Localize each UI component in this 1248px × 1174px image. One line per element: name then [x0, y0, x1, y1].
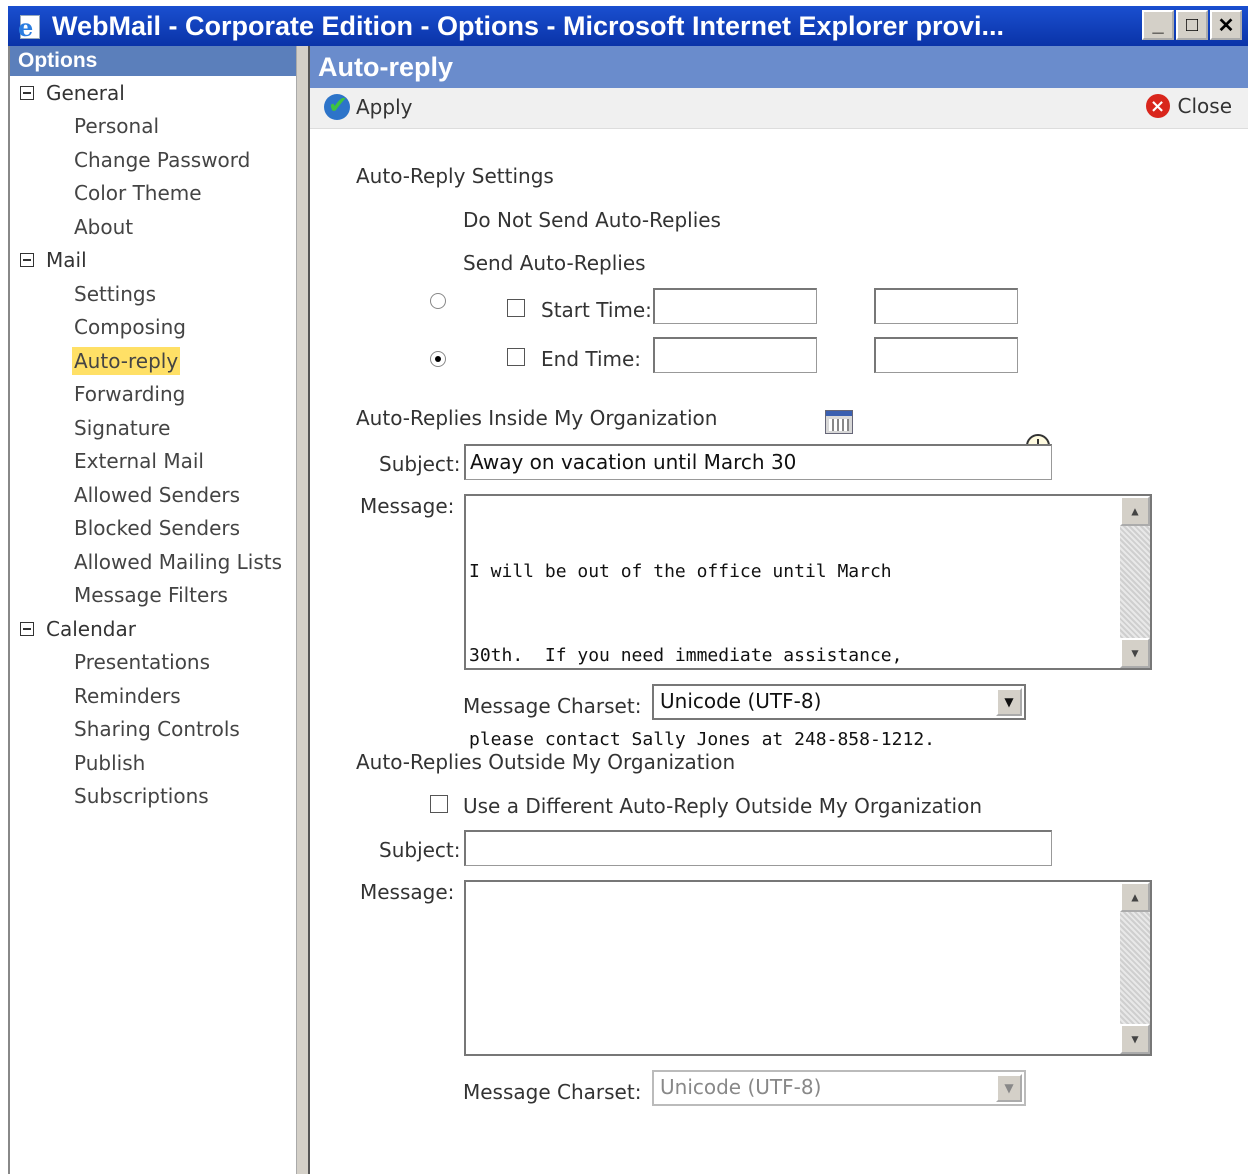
internet-explorer-icon: e: [14, 11, 44, 42]
start-time-input[interactable]: [874, 288, 1018, 324]
minimize-button[interactable]: _: [1142, 10, 1174, 40]
sidebar-item-signature[interactable]: Signature: [10, 411, 298, 445]
do-not-send-label: Do Not Send Auto-Replies: [463, 208, 721, 232]
apply-check-icon: [324, 91, 350, 120]
outside-subject-input[interactable]: [464, 830, 1052, 866]
start-time-label: Start Time:: [541, 298, 652, 322]
sidebar-item-sharing-controls[interactable]: Sharing Controls: [10, 713, 298, 747]
do-not-send-radio[interactable]: [430, 293, 446, 309]
outside-message-label: Message:: [360, 880, 455, 904]
scroll-up-icon[interactable]: ▲: [1120, 496, 1150, 526]
start-time-checkbox[interactable]: [507, 299, 525, 317]
sidebar-item-external-mail[interactable]: External Mail: [10, 445, 298, 479]
outside-charset-label: Message Charset:: [463, 1080, 642, 1104]
sidebar-item-allowed-senders[interactable]: Allowed Senders: [10, 478, 298, 512]
close-icon: ×: [1145, 94, 1170, 118]
sidebar-item-publish[interactable]: Publish: [10, 746, 298, 780]
maximize-button[interactable]: □: [1176, 10, 1208, 40]
sidebar-item-presentations[interactable]: Presentations: [10, 646, 298, 680]
sidebar-item-settings[interactable]: Settings: [10, 277, 298, 311]
options-sidebar: Options General Personal Change Password…: [8, 46, 298, 1174]
page-title: Auto-reply: [310, 46, 1248, 88]
outside-subject-label: Subject:: [379, 838, 461, 862]
sidebar-item-forwarding[interactable]: Forwarding: [10, 378, 298, 412]
outside-charset-select[interactable]: Unicode (UTF-8) ▼: [652, 1070, 1026, 1106]
end-date-input[interactable]: [653, 337, 817, 373]
use-different-label: Use a Different Auto-Reply Outside My Or…: [463, 794, 983, 818]
chevron-down-icon[interactable]: ▼: [996, 688, 1022, 716]
tree-group-calendar[interactable]: Calendar: [10, 612, 298, 646]
settings-section-title: Auto-Reply Settings: [356, 164, 554, 188]
sidebar-item-blocked-senders[interactable]: Blocked Senders: [10, 512, 298, 546]
pane-splitter[interactable]: [296, 46, 310, 1174]
sidebar-item-auto-reply[interactable]: Auto-reply: [10, 344, 298, 378]
toolbar: Apply × Close: [310, 88, 1248, 129]
scroll-down-icon[interactable]: ▼: [1120, 1024, 1150, 1054]
sidebar-item-reminders[interactable]: Reminders: [10, 679, 298, 713]
window-title-bar: e WebMail - Corporate Edition - Options …: [8, 6, 1248, 46]
inside-subject-label: Subject:: [379, 452, 461, 476]
collapse-icon[interactable]: [20, 621, 34, 636]
scrollbar[interactable]: ▲ ▼: [1120, 496, 1150, 668]
sidebar-item-composing[interactable]: Composing: [10, 311, 298, 345]
sidebar-item-allowed-mailing-lists[interactable]: Allowed Mailing Lists: [10, 545, 298, 579]
start-date-input[interactable]: [653, 288, 817, 324]
scroll-up-icon[interactable]: ▲: [1120, 882, 1150, 912]
send-auto-replies-label: Send Auto-Replies: [463, 251, 646, 275]
sidebar-item-change-password[interactable]: Change Password: [10, 143, 298, 177]
scrollbar[interactable]: ▲ ▼: [1120, 882, 1150, 1054]
scroll-down-icon[interactable]: ▼: [1120, 638, 1150, 668]
collapse-icon[interactable]: [20, 85, 34, 100]
inside-section-title: Auto-Replies Inside My Organization: [356, 406, 718, 430]
close-window-button[interactable]: ✕: [1210, 10, 1242, 40]
inside-charset-select[interactable]: Unicode (UTF-8) ▼: [652, 684, 1026, 720]
sidebar-item-about[interactable]: About: [10, 210, 298, 244]
inside-message-label: Message:: [360, 494, 455, 518]
end-time-input[interactable]: [874, 337, 1018, 373]
end-time-label: End Time:: [541, 347, 642, 371]
send-auto-replies-radio[interactable]: [430, 351, 446, 367]
outside-section-title: Auto-Replies Outside My Organization: [356, 750, 736, 774]
use-different-checkbox[interactable]: [430, 795, 448, 813]
close-button[interactable]: × Close: [1145, 94, 1232, 118]
chevron-down-icon[interactable]: ▼: [996, 1074, 1022, 1102]
sidebar-item-personal[interactable]: Personal: [10, 110, 298, 144]
outside-message-textarea[interactable]: ▲ ▼: [464, 880, 1152, 1056]
sidebar-header: Options: [10, 46, 298, 76]
main-panel: Auto-reply Apply × Close Auto-Reply Sett…: [310, 46, 1248, 1174]
sidebar-item-subscriptions[interactable]: Subscriptions: [10, 780, 298, 814]
sidebar-item-color-theme[interactable]: Color Theme: [10, 177, 298, 211]
collapse-icon[interactable]: [20, 253, 34, 268]
inside-message-textarea[interactable]: I will be out of the office until March …: [464, 494, 1152, 750]
inside-charset-label: Message Charset:: [463, 694, 642, 718]
sidebar-item-message-filters[interactable]: Message Filters: [10, 579, 298, 613]
options-tree: General Personal Change Password Color T…: [10, 76, 298, 813]
end-time-checkbox[interactable]: [507, 348, 525, 366]
window-title: WebMail - Corporate Edition - Options - …: [52, 10, 1005, 41]
inside-subject-input[interactable]: Away on vacation until March 30: [464, 444, 1052, 480]
tree-group-mail[interactable]: Mail: [10, 244, 298, 278]
tree-group-general[interactable]: General: [10, 76, 298, 110]
calendar-icon[interactable]: [825, 410, 853, 434]
apply-button[interactable]: Apply: [324, 91, 412, 120]
